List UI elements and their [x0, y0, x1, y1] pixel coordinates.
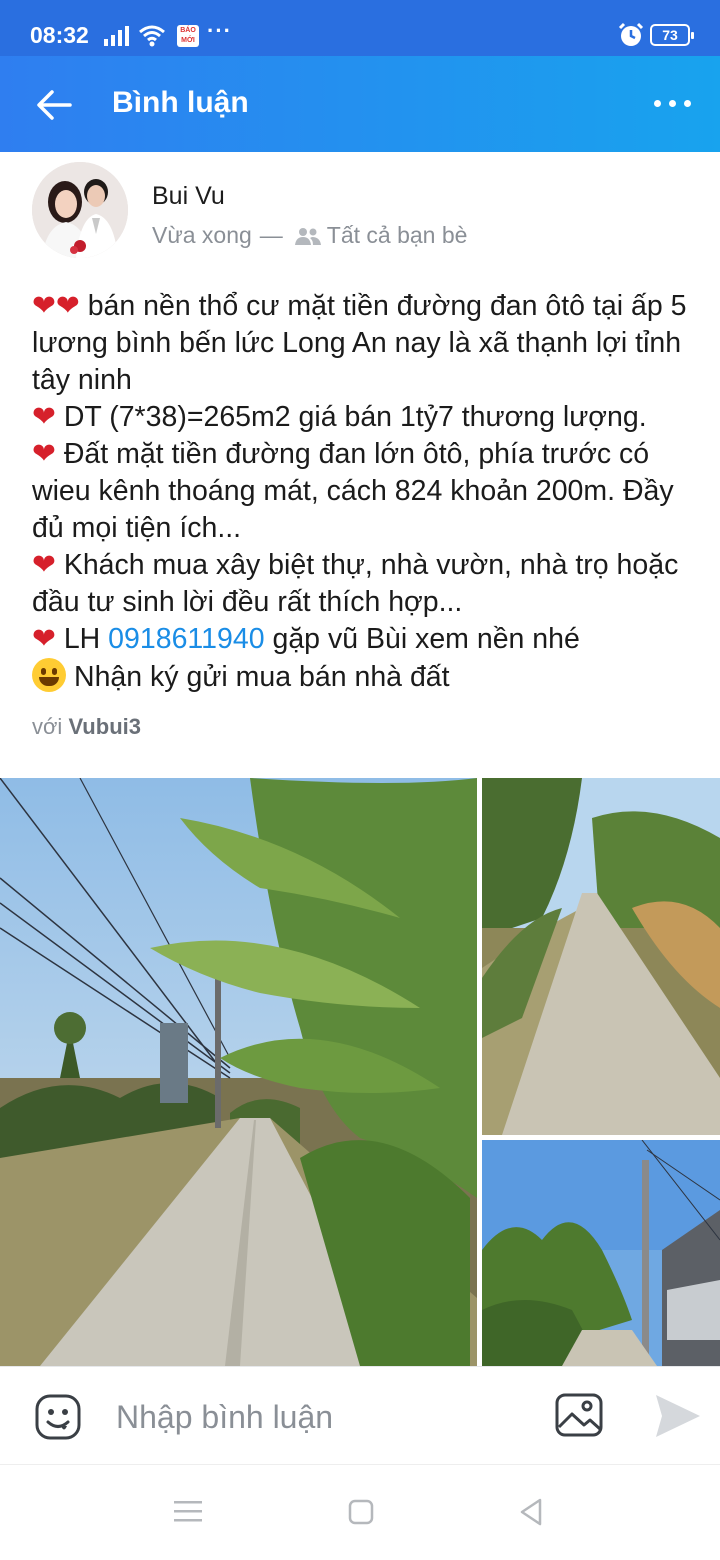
tagged-users: với Vubui3: [32, 714, 141, 739]
avatar-photo: [32, 162, 128, 258]
post-photo-2[interactable]: [482, 778, 720, 1135]
post-line: ❤❤ bán nền thổ cư mặt tiền đường đan ôtô…: [32, 290, 687, 396]
back-button[interactable]: [28, 80, 78, 130]
author-name[interactable]: Bui Vu: [152, 182, 225, 211]
battery-indicator: 73: [650, 24, 694, 46]
home-icon[interactable]: [348, 1499, 374, 1525]
phone-link[interactable]: 0918611940: [108, 623, 264, 655]
post-line: ❤ Đất mặt tiền đường đan lớn ôtô, phía t…: [32, 438, 674, 544]
image-icon: [555, 1393, 603, 1437]
screen: 08:32 BÁO MỚI ··· 73 Bình luận Bui Vu Vừ…: [0, 0, 720, 1560]
meta-separator: —: [259, 222, 283, 248]
comment-input[interactable]: [116, 1395, 516, 1439]
post-line: ❤ DT (7*38)=265m2 giá bán 1tỷ7 thương lư…: [32, 401, 647, 433]
post-line: ❤ Khách mua xây biệt thự, nhà vườn, nhà …: [32, 549, 679, 618]
road-photo: [0, 778, 477, 1366]
smile-emoji-icon: [32, 658, 66, 692]
post-meta: Vừa xong — Tất cả bạn bè: [152, 222, 467, 249]
status-more-icon: ···: [207, 18, 232, 43]
nav-back-icon[interactable]: [518, 1497, 544, 1527]
news-app-icon: BÁO MỚI: [177, 25, 199, 47]
post-photo-3[interactable]: [482, 1140, 720, 1366]
post-line: Nhận ký gửi mua bán nhà đất: [32, 658, 700, 696]
image-picker-button[interactable]: [554, 1391, 604, 1439]
sticker-icon: [35, 1394, 81, 1440]
heart-icon: ❤: [32, 623, 56, 655]
post-line: ❤ LH 0918611940 gặp vũ Bùi xem nền nhé: [32, 623, 580, 655]
recent-apps-icon[interactable]: [174, 1499, 202, 1523]
more-dots-icon: [654, 100, 661, 107]
post-photo-1[interactable]: [0, 778, 477, 1366]
comment-bar: [0, 1366, 720, 1464]
heart-icon: ❤❤: [32, 290, 80, 322]
app-header: Bình luận: [0, 56, 720, 152]
page-title: Bình luận: [112, 86, 249, 119]
tagged-user-link[interactable]: Vubui3: [68, 714, 141, 739]
privacy-label: Tất cả bạn bè: [326, 222, 468, 248]
road-photo: [482, 1140, 720, 1366]
friends-icon: [294, 227, 321, 245]
photo-grid: [0, 778, 720, 1366]
system-nav-bar: [0, 1464, 720, 1560]
wifi-icon: [139, 25, 165, 47]
heart-icon: ❤: [32, 401, 56, 433]
arrow-left-icon: [37, 90, 72, 120]
sticker-button[interactable]: [34, 1393, 82, 1441]
status-time: 08:32: [30, 22, 89, 48]
avatar[interactable]: [32, 162, 128, 258]
more-options-button[interactable]: [654, 88, 694, 118]
post-body: ❤❤ bán nền thổ cư mặt tiền đường đan ôtô…: [32, 288, 700, 696]
signal-icon: [104, 26, 129, 46]
post-header: Bui Vu Vừa xong — Tất cả bạn bè: [0, 152, 720, 270]
alarm-icon: [618, 22, 644, 46]
send-button[interactable]: [654, 1393, 702, 1439]
post-time: Vừa xong: [152, 222, 252, 248]
road-photo: [482, 778, 720, 1135]
heart-icon: ❤: [32, 549, 56, 581]
send-icon: [656, 1395, 700, 1437]
heart-icon: ❤: [32, 438, 56, 470]
